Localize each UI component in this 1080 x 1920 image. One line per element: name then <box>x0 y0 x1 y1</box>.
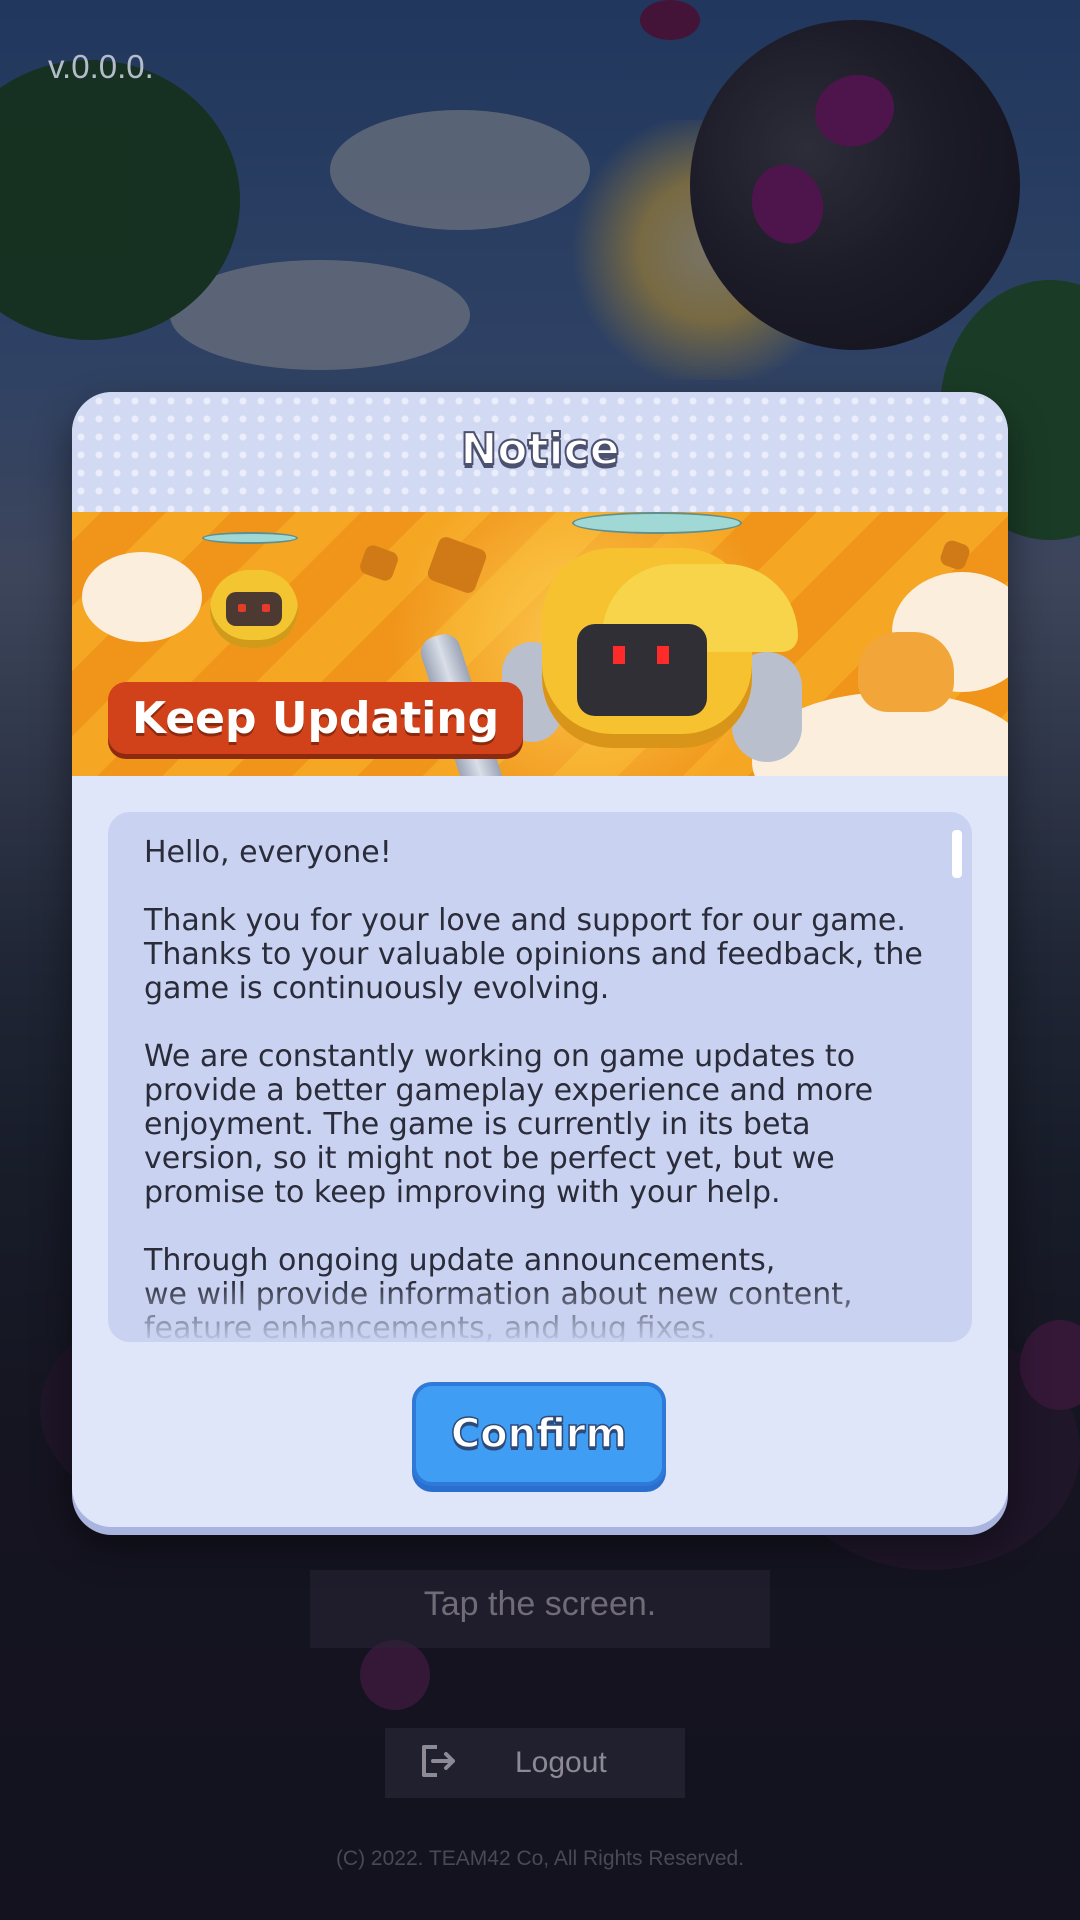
logout-label: Logout <box>515 1746 607 1779</box>
notice-paragraph: Hello, everyone! <box>144 835 392 870</box>
notice-paragraph: We are constantly working on game update… <box>144 1039 874 1210</box>
logout-button[interactable]: Logout <box>385 1728 685 1798</box>
drone-robot-character <box>210 570 298 648</box>
drone-eye <box>262 604 270 612</box>
drone-propeller <box>202 532 298 544</box>
content-scrollbar[interactable] <box>952 830 962 878</box>
robot-face-screen <box>577 624 707 716</box>
content-fade <box>108 1282 972 1342</box>
dialog-title: Notice <box>459 423 620 476</box>
copyright-text: (C) 2022. TEAM42 Co, All Rights Reserved… <box>335 1847 745 1870</box>
banner-cloud <box>82 552 202 642</box>
version-label: v.0.0.0. <box>48 48 154 85</box>
drone-face <box>226 592 282 626</box>
notice-banner-image: Keep Updating <box>72 512 1008 776</box>
notice-content-scroll[interactable]: Hello, everyone! Thank you for your love… <box>108 812 972 1342</box>
confirm-button[interactable]: Confirm <box>412 1382 666 1486</box>
notice-paragraph: Thank you for your love and support for … <box>144 903 923 1006</box>
banner-debris <box>938 538 972 572</box>
drone-eye <box>238 604 246 612</box>
notice-dialog: Notice Keep Updating Hello, everyone! Th… <box>72 392 1008 1527</box>
confirm-button-label: Confirm <box>450 1410 628 1458</box>
robot-propeller <box>572 512 742 534</box>
banner-badge-label: Keep Updating <box>132 692 500 744</box>
logout-icon <box>419 1744 459 1782</box>
cat-character <box>858 632 954 712</box>
robot-eye <box>613 646 625 664</box>
tap-to-start-prompt[interactable]: Tap the screen. <box>0 1585 1080 1624</box>
banner-badge: Keep Updating <box>108 682 524 754</box>
robot-eye <box>657 646 669 664</box>
notice-body: Hello, everyone! Thank you for your love… <box>144 835 924 1343</box>
